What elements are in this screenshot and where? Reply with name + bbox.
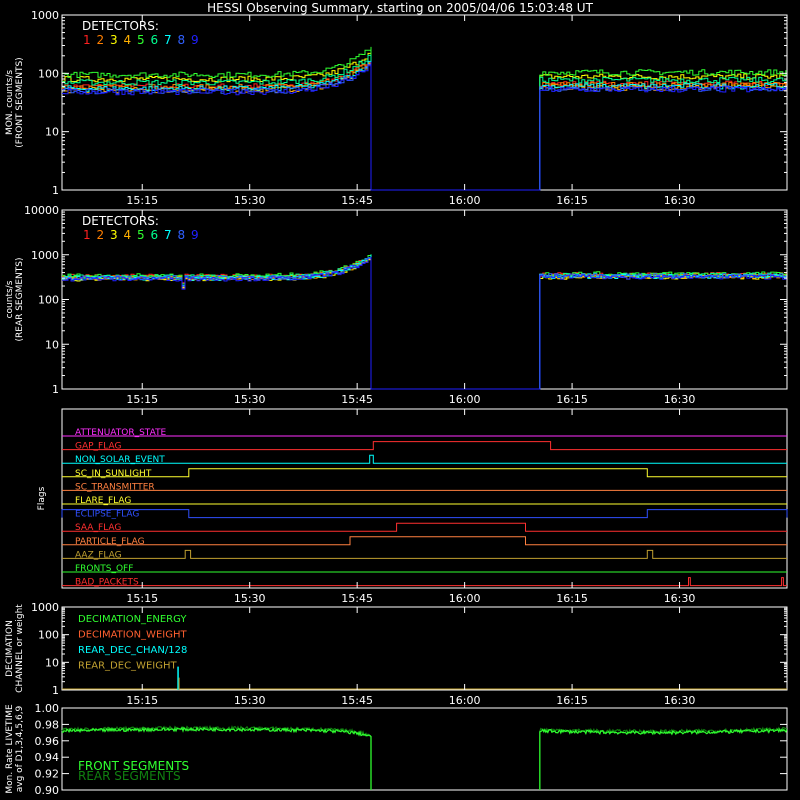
rear-legend-item-6: 6: [151, 228, 159, 242]
livetime-ytick-label: 1.00: [35, 702, 60, 715]
front-ytick-label: 1000: [31, 9, 59, 22]
front-ylabel: MON. counts/s: [5, 70, 15, 135]
rear-xtick-label: 16:00: [449, 393, 481, 406]
rear-xtick-label: 15:15: [126, 393, 158, 406]
front-xtick-label: 16:15: [556, 194, 588, 207]
front-xtick-label: 15:15: [126, 194, 158, 207]
livetime-ylabel: avg of D1,3,4,5,6,9: [15, 705, 25, 792]
decim-ytick-label: 100: [38, 629, 59, 642]
decim-ylabel: CHANNEL or weight: [15, 604, 25, 693]
rear-ytick-label: 1: [52, 383, 59, 396]
front-ytick-label: 100: [38, 67, 59, 80]
front-xtick-label: 15:45: [341, 194, 373, 207]
flag-label-flare_flag: FLARE_FLAG: [75, 496, 131, 506]
rear-ytick-label: 100: [38, 294, 59, 307]
flag-label-non_solar_event: NON_SOLAR_EVENT: [75, 455, 165, 465]
decim-legend-item: REAR_DEC_WEIGHT: [78, 661, 177, 672]
decim-ytick-label: 10: [45, 656, 59, 669]
flag-label-saa_flag: SAA_FLAG: [75, 523, 121, 533]
front-legend-item-9: 9: [191, 33, 199, 47]
front-ytick-label: 1: [52, 184, 59, 197]
rear-legend-title: DETECTORS:: [82, 214, 159, 228]
rear-legend-item-7: 7: [164, 228, 172, 242]
decim-xtick-label: 16:00: [449, 694, 481, 707]
front-legend-item-7: 7: [164, 33, 172, 47]
front-legend-item-2: 2: [97, 33, 105, 47]
front-legend-item-1: 1: [83, 33, 91, 47]
rear-xtick-label: 15:45: [341, 393, 373, 406]
flags-xtick-label: 15:45: [341, 592, 373, 605]
flag-label-aaz_flag: AAZ_FLAG: [75, 550, 122, 560]
flags-xtick-label: 16:30: [664, 592, 696, 605]
flag-label-eclipse_flag: ECLIPSE_FLAG: [75, 510, 139, 520]
livetime-ytick-label: 0.92: [35, 768, 60, 781]
rear-ytick-label: 1000: [31, 249, 59, 262]
flags-xtick-label: 16:15: [556, 592, 588, 605]
rear-legend-item-8: 8: [178, 228, 186, 242]
figure-title: HESSI Observing Summary, starting on 200…: [207, 1, 593, 15]
hessi-summary-figure: HESSI Observing Summary, starting on 200…: [0, 0, 800, 800]
flag-label-fronts_off: FRONTS_OFF: [75, 564, 133, 574]
livetime-ylabel: Mon. Rate LIVETIME: [5, 704, 15, 794]
rear-legend-item-1: 1: [83, 228, 91, 242]
rear-ylabel: (REAR SEGMENTS): [15, 257, 25, 341]
decim-ytick-label: 1: [52, 684, 59, 697]
decim-legend-item: REAR_DEC_CHAN/128: [78, 645, 187, 656]
rear-legend-item-5: 5: [137, 228, 145, 242]
flags-xtick-label: 15:30: [234, 592, 266, 605]
flag-label-attenuator_state: ATTENUATOR_STATE: [75, 428, 167, 438]
front-legend-item-8: 8: [178, 33, 186, 47]
decim-xtick-label: 16:15: [556, 694, 588, 707]
decim-xtick-label: 15:30: [234, 694, 266, 707]
flags-ylabel: Flags: [37, 486, 47, 510]
livetime-ytick-label: 0.96: [35, 735, 60, 748]
flag-label-sc_in_sunlight: SC_IN_SUNLIGHT: [75, 469, 152, 479]
front-ylabel: (FRONT SEGMENTS): [15, 57, 25, 147]
livetime-ytick-label: 0.98: [35, 718, 60, 731]
decim-legend-item: DECIMATION_ENERGY: [78, 614, 187, 625]
front-legend-title: DETECTORS:: [82, 19, 159, 33]
rear-legend-item-3: 3: [110, 228, 118, 242]
rear-legend-item-9: 9: [191, 228, 199, 242]
rear-legend-item-2: 2: [97, 228, 105, 242]
rear-ytick-label: 10: [45, 338, 59, 351]
rear-ylabel: counts/s: [5, 280, 15, 318]
flag-label-bad_packets: BAD_PACKETS: [75, 578, 139, 588]
rear-ytick-label: 10000: [24, 204, 59, 217]
rear-legend-item-4: 4: [124, 228, 132, 242]
front-xtick-label: 15:30: [234, 194, 266, 207]
decim-xtick-label: 15:45: [341, 694, 373, 707]
front-legend-item-6: 6: [151, 33, 159, 47]
decim-ylabel: DECIMATION: [5, 620, 15, 677]
flag-label-particle_flag: PARTICLE_FLAG: [75, 537, 145, 547]
flag-label-sc_transmitter: SC_TRANSMITTER: [75, 482, 155, 492]
livetime-ytick-label: 0.90: [35, 784, 60, 797]
decim-ytick-label: 1000: [31, 601, 59, 614]
decim-legend-item: DECIMATION_WEIGHT: [78, 630, 187, 641]
flags-xtick-label: 16:00: [449, 592, 481, 605]
livetime-ytick-label: 0.94: [35, 751, 60, 764]
decim-xtick-label: 16:30: [664, 694, 696, 707]
front-legend-item-4: 4: [124, 33, 132, 47]
livetime-legend-item: REAR SEGMENTS: [78, 769, 181, 783]
front-ytick-label: 10: [45, 126, 59, 139]
rear-xtick-label: 16:15: [556, 393, 588, 406]
front-legend-item-5: 5: [137, 33, 145, 47]
front-legend-item-3: 3: [110, 33, 118, 47]
rear-xtick-label: 15:30: [234, 393, 266, 406]
front-xtick-label: 16:00: [449, 194, 481, 207]
rear-xtick-label: 16:30: [664, 393, 696, 406]
decim-xtick-label: 15:15: [126, 694, 158, 707]
front-xtick-label: 16:30: [664, 194, 696, 207]
flag-label-gap_flag: GAP_FLAG: [75, 442, 121, 452]
flags-xtick-label: 15:15: [126, 592, 158, 605]
